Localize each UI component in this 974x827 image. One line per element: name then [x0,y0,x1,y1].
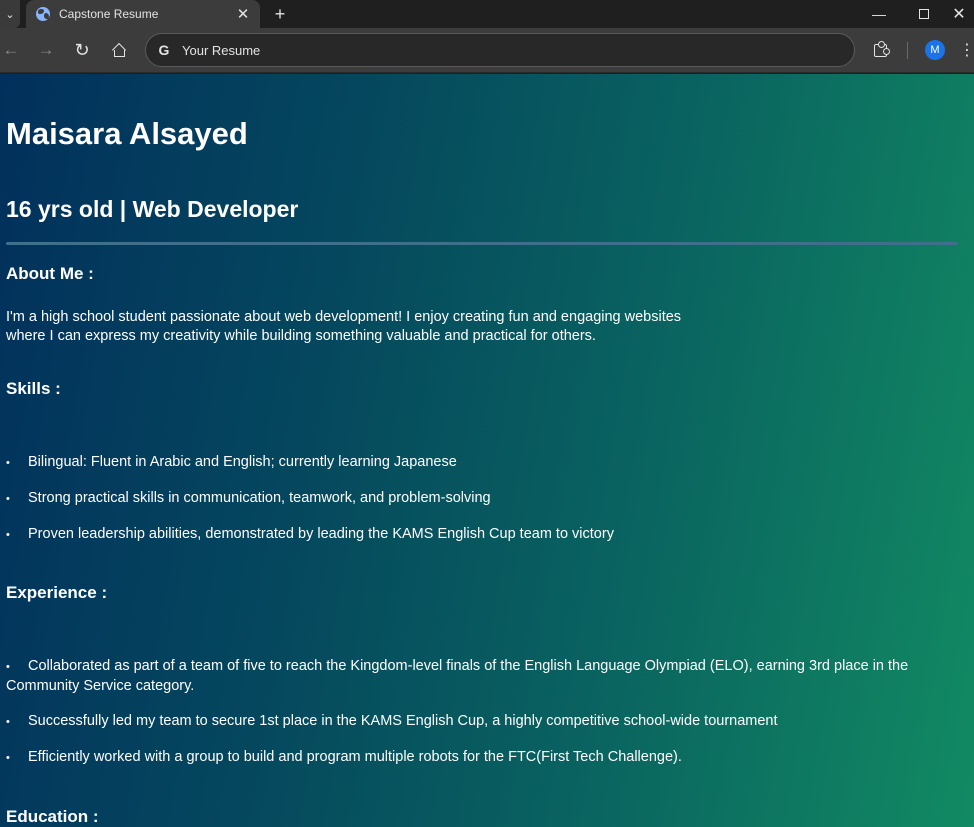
list-item: • Efficiently worked with a group to buil… [6,749,682,765]
list-item: • Bilingual: Fluent in Arabic and English… [6,454,457,470]
list-item: • Proven leadership abilities, demonstrat… [6,526,614,542]
experience-text: Successfully led my team to secure 1st p… [28,713,778,729]
list-item: • Strong practical skills in communicatio… [6,490,491,506]
minimize-button[interactable]: — [856,0,902,28]
toolbar-divider [907,42,908,59]
page-viewport: Maisara Alsayed 16 yrs old | Web Develop… [0,74,974,827]
tab-close-button[interactable]: ✕ [232,5,254,23]
back-button[interactable]: ← [0,36,25,64]
address-text[interactable]: Your Resume [182,43,260,58]
tab-title: Capstone Resume [59,7,159,21]
minimize-icon: — [872,6,886,22]
more-vert-icon: ⋮ [959,42,974,59]
forward-button[interactable]: → [32,36,60,64]
home-icon [112,44,125,57]
skills-list: • Bilingual: Fluent in Arabic and English… [6,453,956,561]
list-item: • Successfully led my team to secure 1st … [6,713,778,729]
experience-list: • Collaborated as part of a team of five … [6,657,956,784]
tab-strip: ⌄ Capstone Resume ✕ + — ✕ [0,0,974,28]
experience-text: Efficiently worked with a group to build… [28,749,682,765]
menu-button[interactable]: ⋮ [959,36,974,64]
chevron-down-icon: ⌄ [5,8,15,21]
home-button[interactable] [104,36,132,64]
google-icon: G [158,42,170,58]
skill-text: Strong practical skills in communication… [28,490,491,506]
address-bar[interactable]: G Your Resume [145,33,855,67]
close-icon: ✕ [952,6,966,23]
about-heading: About Me : [6,264,94,283]
skill-text: Bilingual: Fluent in Arabic and English;… [28,454,457,470]
close-window-button[interactable]: ✕ [944,0,974,28]
browser-toolbar: ← → ↻ G Your Resume M ⋮ [0,28,974,73]
extensions-button[interactable] [866,36,894,64]
experience-heading: Experience : [6,583,108,602]
about-text-line1: I'm a high school student passionate abo… [6,309,682,325]
tab-capstone-resume[interactable]: Capstone Resume ✕ [26,0,260,28]
skills-heading: Skills : [6,379,61,398]
profile-avatar[interactable]: M [925,40,945,60]
about-text: I'm a high school student passionate abo… [6,308,746,346]
maximize-icon [919,9,929,19]
new-tab-button[interactable]: + [268,0,292,28]
subtitle: 16 yrs old | Web Developer [6,196,299,222]
maximize-button[interactable] [901,0,947,28]
arrow-right-icon: → [37,40,55,59]
about-text-line2: where I can express my creativity while … [6,328,596,344]
experience-text: Collaborated as part of a team of five t… [6,658,909,694]
tab-search-button[interactable]: ⌄ [0,0,20,28]
list-item: • Collaborated as part of a team of five … [6,658,909,694]
arrow-left-icon: ← [2,40,20,59]
reload-button[interactable]: ↻ [68,36,96,64]
reload-icon: ↻ [74,39,90,60]
puzzle-icon [873,40,890,57]
divider [6,242,958,245]
education-heading: Education : [6,807,99,826]
skill-text: Proven leadership abilities, demonstrate… [28,526,614,542]
globe-icon [36,7,50,21]
page-title: Maisara Alsayed [6,116,248,151]
